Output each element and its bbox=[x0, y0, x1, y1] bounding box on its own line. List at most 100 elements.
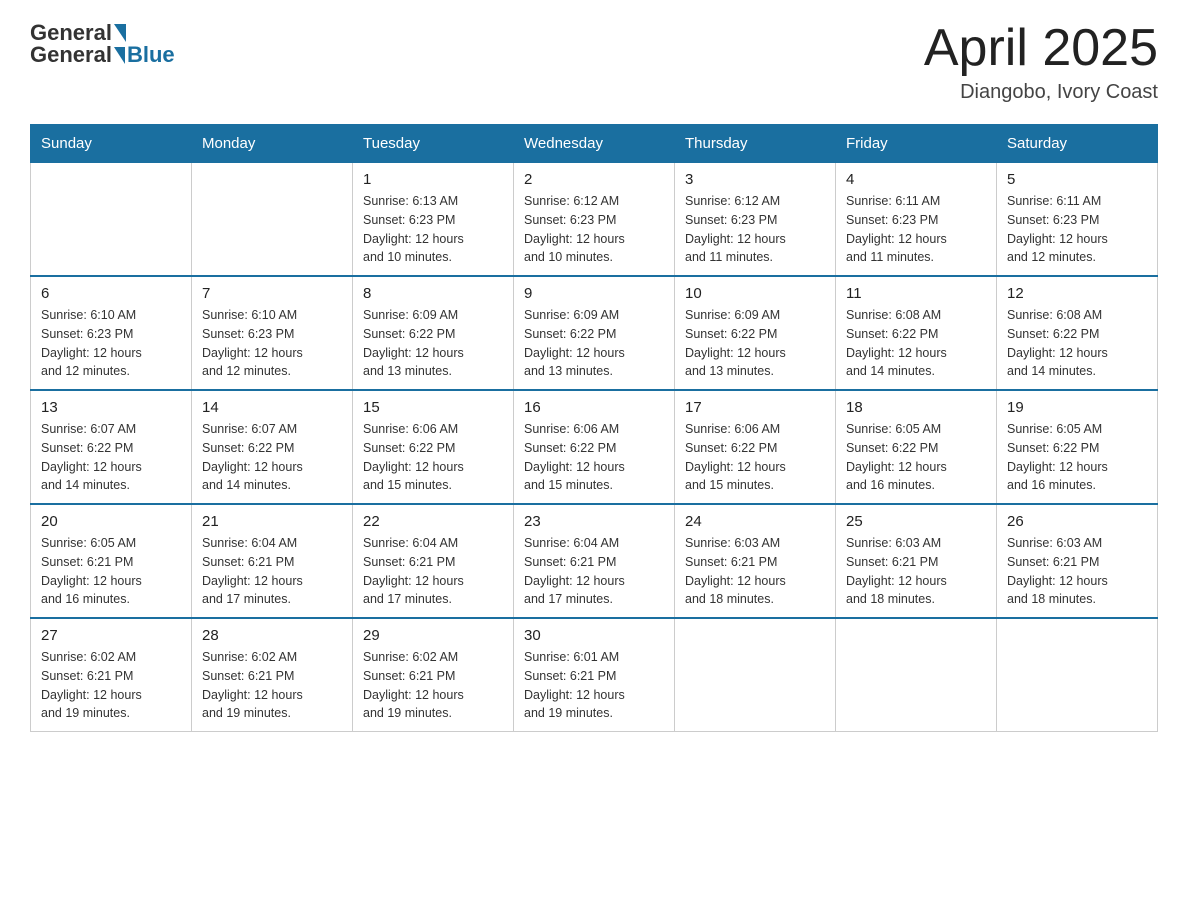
col-header-tuesday: Tuesday bbox=[353, 125, 514, 163]
day-info: Sunrise: 6:08 AM Sunset: 6:22 PM Dayligh… bbox=[846, 306, 986, 381]
day-number: 8 bbox=[363, 285, 503, 302]
day-info: Sunrise: 6:04 AM Sunset: 6:21 PM Dayligh… bbox=[363, 534, 503, 609]
table-row: 24 Sunrise: 6:03 AM Sunset: 6:21 PM Dayli… bbox=[675, 504, 836, 618]
calendar-week-row: 27 Sunrise: 6:02 AM Sunset: 6:21 PM Dayli… bbox=[31, 618, 1158, 732]
title-section: April 2025 Diangobo, Ivory Coast bbox=[924, 20, 1158, 104]
day-info: Sunrise: 6:02 AM Sunset: 6:21 PM Dayligh… bbox=[363, 648, 503, 723]
day-info: Sunrise: 6:07 AM Sunset: 6:22 PM Dayligh… bbox=[202, 420, 342, 495]
day-number: 15 bbox=[363, 399, 503, 416]
calendar-table: Sunday Monday Tuesday Wednesday Thursday… bbox=[30, 124, 1158, 732]
table-row bbox=[31, 163, 192, 277]
day-number: 1 bbox=[363, 171, 503, 188]
table-row: 22 Sunrise: 6:04 AM Sunset: 6:21 PM Dayli… bbox=[353, 504, 514, 618]
day-info: Sunrise: 6:02 AM Sunset: 6:21 PM Dayligh… bbox=[41, 648, 181, 723]
table-row: 15 Sunrise: 6:06 AM Sunset: 6:22 PM Dayli… bbox=[353, 390, 514, 504]
table-row bbox=[997, 618, 1158, 732]
day-number: 22 bbox=[363, 513, 503, 530]
table-row: 10 Sunrise: 6:09 AM Sunset: 6:22 PM Dayli… bbox=[675, 276, 836, 390]
table-row bbox=[675, 618, 836, 732]
col-header-thursday: Thursday bbox=[675, 125, 836, 163]
day-number: 23 bbox=[524, 513, 664, 530]
table-row: 19 Sunrise: 6:05 AM Sunset: 6:22 PM Dayli… bbox=[997, 390, 1158, 504]
day-number: 6 bbox=[41, 285, 181, 302]
day-number: 27 bbox=[41, 627, 181, 644]
logo: General General Blue bbox=[30, 20, 175, 68]
logo-arrow-icon bbox=[114, 24, 126, 42]
table-row: 17 Sunrise: 6:06 AM Sunset: 6:22 PM Dayli… bbox=[675, 390, 836, 504]
table-row: 30Sunrise: 6:01 AM Sunset: 6:21 PM Dayli… bbox=[514, 618, 675, 732]
day-info: Sunrise: 6:05 AM Sunset: 6:22 PM Dayligh… bbox=[846, 420, 986, 495]
day-number: 5 bbox=[1007, 171, 1147, 188]
calendar-week-row: 6 Sunrise: 6:10 AM Sunset: 6:23 PM Daylig… bbox=[31, 276, 1158, 390]
table-row: 12Sunrise: 6:08 AM Sunset: 6:22 PM Dayli… bbox=[997, 276, 1158, 390]
table-row: 2Sunrise: 6:12 AM Sunset: 6:23 PM Daylig… bbox=[514, 163, 675, 277]
table-row: 25Sunrise: 6:03 AM Sunset: 6:21 PM Dayli… bbox=[836, 504, 997, 618]
day-number: 26 bbox=[1007, 513, 1147, 530]
day-number: 14 bbox=[202, 399, 342, 416]
day-number: 17 bbox=[685, 399, 825, 416]
table-row: 16 Sunrise: 6:06 AM Sunset: 6:22 PM Dayli… bbox=[514, 390, 675, 504]
day-number: 21 bbox=[202, 513, 342, 530]
table-row bbox=[192, 163, 353, 277]
table-row: 23 Sunrise: 6:04 AM Sunset: 6:21 PM Dayli… bbox=[514, 504, 675, 618]
col-header-saturday: Saturday bbox=[997, 125, 1158, 163]
day-info: Sunrise: 6:06 AM Sunset: 6:22 PM Dayligh… bbox=[524, 420, 664, 495]
day-number: 20 bbox=[41, 513, 181, 530]
table-row: 11 Sunrise: 6:08 AM Sunset: 6:22 PM Dayli… bbox=[836, 276, 997, 390]
day-number: 11 bbox=[846, 285, 986, 302]
table-row: 27 Sunrise: 6:02 AM Sunset: 6:21 PM Dayli… bbox=[31, 618, 192, 732]
col-header-monday: Monday bbox=[192, 125, 353, 163]
day-number: 13 bbox=[41, 399, 181, 416]
day-info: Sunrise: 6:06 AM Sunset: 6:22 PM Dayligh… bbox=[363, 420, 503, 495]
logo-general-text2: General bbox=[30, 42, 112, 68]
day-info: Sunrise: 6:03 AM Sunset: 6:21 PM Dayligh… bbox=[685, 534, 825, 609]
table-row: 7 Sunrise: 6:10 AM Sunset: 6:23 PM Daylig… bbox=[192, 276, 353, 390]
location-text: Diangobo, Ivory Coast bbox=[924, 81, 1158, 104]
day-number: 29 bbox=[363, 627, 503, 644]
day-info: Sunrise: 6:06 AM Sunset: 6:22 PM Dayligh… bbox=[685, 420, 825, 495]
calendar-header-row: Sunday Monday Tuesday Wednesday Thursday… bbox=[31, 125, 1158, 163]
table-row: 20Sunrise: 6:05 AM Sunset: 6:21 PM Dayli… bbox=[31, 504, 192, 618]
table-row: 3 Sunrise: 6:12 AM Sunset: 6:23 PM Daylig… bbox=[675, 163, 836, 277]
calendar-week-row: 1 Sunrise: 6:13 AM Sunset: 6:23 PM Daylig… bbox=[31, 163, 1158, 277]
day-info: Sunrise: 6:05 AM Sunset: 6:22 PM Dayligh… bbox=[1007, 420, 1147, 495]
day-info: Sunrise: 6:12 AM Sunset: 6:23 PM Dayligh… bbox=[685, 192, 825, 267]
day-number: 24 bbox=[685, 513, 825, 530]
table-row: 18 Sunrise: 6:05 AM Sunset: 6:22 PM Dayli… bbox=[836, 390, 997, 504]
table-row: 5Sunrise: 6:11 AM Sunset: 6:23 PM Daylig… bbox=[997, 163, 1158, 277]
col-header-friday: Friday bbox=[836, 125, 997, 163]
day-number: 28 bbox=[202, 627, 342, 644]
table-row: 9 Sunrise: 6:09 AM Sunset: 6:22 PM Daylig… bbox=[514, 276, 675, 390]
day-number: 7 bbox=[202, 285, 342, 302]
day-info: Sunrise: 6:01 AM Sunset: 6:21 PM Dayligh… bbox=[524, 648, 664, 723]
table-row: 14 Sunrise: 6:07 AM Sunset: 6:22 PM Dayli… bbox=[192, 390, 353, 504]
day-info: Sunrise: 6:04 AM Sunset: 6:21 PM Dayligh… bbox=[524, 534, 664, 609]
day-info: Sunrise: 6:03 AM Sunset: 6:21 PM Dayligh… bbox=[1007, 534, 1147, 609]
day-number: 3 bbox=[685, 171, 825, 188]
day-info: Sunrise: 6:04 AM Sunset: 6:21 PM Dayligh… bbox=[202, 534, 342, 609]
day-info: Sunrise: 6:10 AM Sunset: 6:23 PM Dayligh… bbox=[41, 306, 181, 381]
day-number: 12 bbox=[1007, 285, 1147, 302]
day-info: Sunrise: 6:09 AM Sunset: 6:22 PM Dayligh… bbox=[363, 306, 503, 381]
month-title: April 2025 bbox=[924, 20, 1158, 77]
col-header-wednesday: Wednesday bbox=[514, 125, 675, 163]
day-number: 16 bbox=[524, 399, 664, 416]
day-number: 19 bbox=[1007, 399, 1147, 416]
day-number: 18 bbox=[846, 399, 986, 416]
day-info: Sunrise: 6:13 AM Sunset: 6:23 PM Dayligh… bbox=[363, 192, 503, 267]
day-number: 9 bbox=[524, 285, 664, 302]
day-info: Sunrise: 6:09 AM Sunset: 6:22 PM Dayligh… bbox=[685, 306, 825, 381]
table-row: 1 Sunrise: 6:13 AM Sunset: 6:23 PM Daylig… bbox=[353, 163, 514, 277]
col-header-sunday: Sunday bbox=[31, 125, 192, 163]
day-info: Sunrise: 6:09 AM Sunset: 6:22 PM Dayligh… bbox=[524, 306, 664, 381]
day-info: Sunrise: 6:10 AM Sunset: 6:23 PM Dayligh… bbox=[202, 306, 342, 381]
table-row: 29 Sunrise: 6:02 AM Sunset: 6:21 PM Dayli… bbox=[353, 618, 514, 732]
logo-blue-text: Blue bbox=[127, 42, 175, 68]
table-row: 13Sunrise: 6:07 AM Sunset: 6:22 PM Dayli… bbox=[31, 390, 192, 504]
table-row bbox=[836, 618, 997, 732]
table-row: 4Sunrise: 6:11 AM Sunset: 6:23 PM Daylig… bbox=[836, 163, 997, 277]
table-row: 28Sunrise: 6:02 AM Sunset: 6:21 PM Dayli… bbox=[192, 618, 353, 732]
day-number: 10 bbox=[685, 285, 825, 302]
table-row: 26 Sunrise: 6:03 AM Sunset: 6:21 PM Dayli… bbox=[997, 504, 1158, 618]
table-row: 8 Sunrise: 6:09 AM Sunset: 6:22 PM Daylig… bbox=[353, 276, 514, 390]
